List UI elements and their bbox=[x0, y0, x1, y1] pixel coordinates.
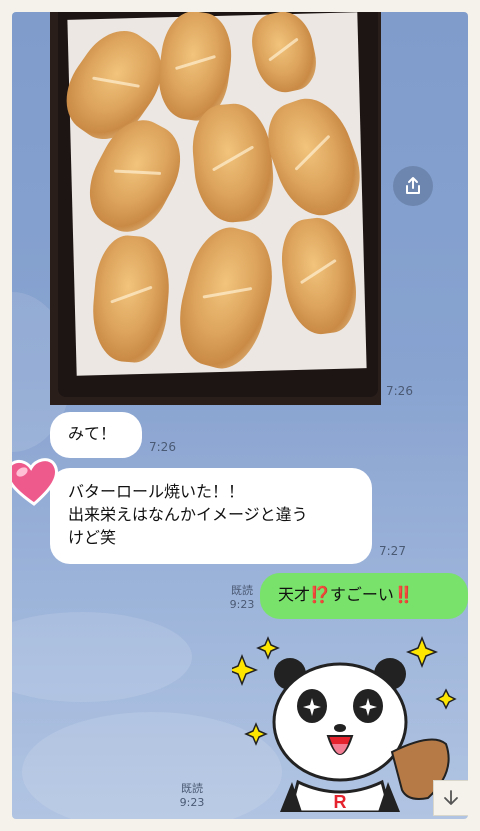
share-button[interactable] bbox=[393, 166, 433, 206]
outgoing-message-bubble[interactable]: 天才⁉️すごーい‼️ bbox=[260, 573, 468, 619]
read-receipt: 既読 9:23 bbox=[172, 782, 212, 810]
scroll-down-button[interactable] bbox=[433, 780, 468, 816]
message-text-line: バターロール焼いた！！ bbox=[68, 482, 245, 501]
chat-area[interactable]: 7:26 みて！ 7:26 バターロール焼いた！！ 出来栄えはなんかイメージと違… bbox=[12, 12, 468, 819]
message-text-line: 出来栄えはなんかイメージと違う bbox=[68, 505, 308, 524]
reply-timestamp: 9:23 bbox=[229, 598, 255, 611]
panda-sticker[interactable]: R bbox=[232, 632, 462, 812]
message-text: みて！ bbox=[68, 424, 117, 443]
sparkle-icon bbox=[435, 688, 457, 710]
bread-photo-message[interactable] bbox=[50, 12, 381, 405]
sparkle-icon bbox=[244, 722, 268, 746]
rakuten-logo: R bbox=[334, 792, 347, 812]
sparkle-icon bbox=[232, 653, 259, 687]
background-cloud bbox=[12, 612, 192, 702]
share-icon bbox=[406, 177, 420, 194]
message-text-line: けど笑 bbox=[68, 528, 117, 547]
arrow-down-icon bbox=[444, 790, 458, 805]
read-receipt: 既読 9:23 bbox=[222, 584, 262, 612]
message-timestamp: 7:27 bbox=[379, 544, 406, 558]
message-timestamp: 7:26 bbox=[149, 440, 176, 454]
incoming-message-bubble[interactable]: みて！ bbox=[50, 412, 142, 458]
sparkle-icon bbox=[405, 635, 439, 669]
sparkle-icon bbox=[256, 636, 280, 660]
photo-timestamp: 7:26 bbox=[386, 384, 413, 398]
heart-icon bbox=[12, 458, 58, 506]
read-label: 既読 bbox=[181, 782, 203, 795]
read-label: 既読 bbox=[231, 584, 253, 597]
incoming-message-bubble[interactable]: バターロール焼いた！！ 出来栄えはなんかイメージと違う けど笑 bbox=[50, 468, 372, 564]
message-text: 天才⁉️すごーい‼️ bbox=[278, 585, 414, 604]
sticker-timestamp: 9:23 bbox=[179, 796, 205, 809]
